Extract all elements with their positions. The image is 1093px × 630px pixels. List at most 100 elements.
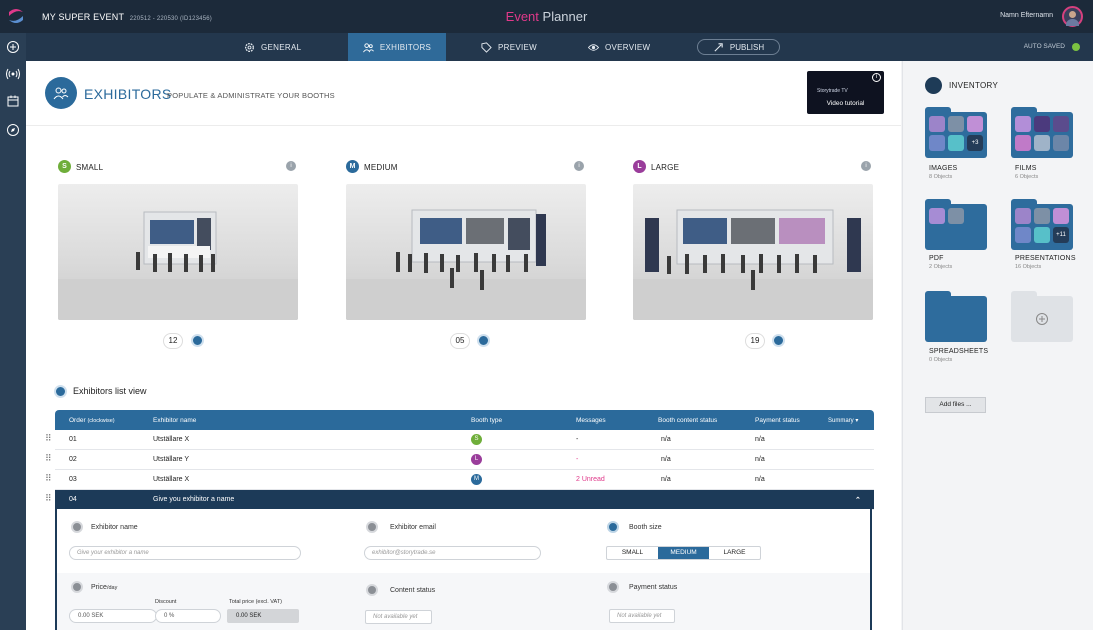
publish-button[interactable]: PUBLISH xyxy=(697,39,780,55)
broadcast-icon[interactable] xyxy=(6,67,20,81)
folder-label: FILMS xyxy=(1015,165,1037,172)
booth-name: SMALL xyxy=(76,163,104,172)
table-row-expanded[interactable]: ⠿ 04 Give you exhibitor a name ⌃ xyxy=(45,490,874,510)
price-input[interactable]: 0.00 SEK xyxy=(69,609,157,623)
booth-size-label: Booth size xyxy=(629,524,662,531)
rocket-icon xyxy=(714,42,723,52)
add-files-button[interactable]: Add files ... xyxy=(925,397,986,413)
video-tutorial[interactable]: Storytrade TV Video tutorial i xyxy=(807,71,884,114)
folder-label: PRESENTATIONS xyxy=(1015,255,1076,262)
info-icon[interactable]: i xyxy=(872,73,881,82)
drag-handle-icon[interactable]: ⠿ xyxy=(45,493,52,504)
row-messages: - xyxy=(576,436,579,443)
folder-label: IMAGES xyxy=(929,165,958,172)
event-name: MY SUPER EVENT xyxy=(42,12,124,22)
col-booth[interactable]: Booth type xyxy=(471,417,502,424)
price-radio[interactable] xyxy=(71,581,83,593)
info-icon[interactable]: i xyxy=(574,161,584,171)
tab-exhibitors-label: EXHIBITORS xyxy=(379,42,432,52)
exhibitor-email-input[interactable]: exhibitor@storytrade.se xyxy=(364,546,541,560)
list-view-title: Exhibitors list view xyxy=(73,386,147,396)
booth-size-radio[interactable] xyxy=(607,521,619,533)
payment-status-label: Payment status xyxy=(629,584,678,591)
folder-count: 16 Objects xyxy=(1015,264,1042,270)
booth-preview-image[interactable] xyxy=(633,184,873,320)
folder-spreadsheets[interactable] xyxy=(925,291,987,342)
booth-count: 05 xyxy=(450,333,470,349)
discount-label: Discount xyxy=(155,599,177,605)
content-status-radio[interactable] xyxy=(366,584,378,596)
folder-count: 6 Objects xyxy=(1015,174,1039,180)
folder-presentations[interactable]: +11 xyxy=(1011,199,1073,250)
exhibitor-email-label: Exhibitor email xyxy=(390,524,436,531)
price-unit: /day xyxy=(106,585,118,591)
booth-card-large: L LARGE i 19 xyxy=(633,159,873,349)
tag-icon xyxy=(481,41,492,53)
edit-booth-button[interactable] xyxy=(477,334,490,347)
app-logo-icon[interactable] xyxy=(6,6,26,26)
booth-type-badge: L xyxy=(471,454,482,465)
content-status-value: Not available yet xyxy=(365,610,432,624)
discount-input[interactable]: 0 % xyxy=(155,609,221,623)
payment-status-radio[interactable] xyxy=(607,581,619,593)
edit-booth-button[interactable] xyxy=(191,334,204,347)
page-header: EXHIBITORS POPULATE & ADMINISTRATE YOUR … xyxy=(26,61,901,126)
exhibitor-email-radio[interactable] xyxy=(366,521,378,533)
drag-handle-icon[interactable]: ⠿ xyxy=(45,433,52,444)
booth-size-large[interactable]: LARGE xyxy=(709,547,760,559)
info-icon[interactable]: i xyxy=(861,161,871,171)
calendar-icon[interactable] xyxy=(6,94,20,108)
drag-handle-icon[interactable]: ⠿ xyxy=(45,473,52,484)
col-messages[interactable]: Messages xyxy=(576,417,606,424)
top-bar: MY SUPER EVENT 220512 - 220530 (ID123456… xyxy=(0,0,1093,33)
booth-type-badge: M xyxy=(471,474,482,485)
table-row[interactable]: ⠿ 01 Utställare X S - n/a n/a xyxy=(45,430,874,450)
tab-overview[interactable]: OVERVIEW xyxy=(588,33,650,61)
col-content[interactable]: Booth content status xyxy=(658,417,717,424)
tab-exhibitors[interactable]: EXHIBITORS xyxy=(348,33,446,61)
booth-name: MEDIUM xyxy=(364,163,398,172)
row-order: 04 xyxy=(69,496,77,503)
row-messages[interactable]: 2 Unread xyxy=(576,476,605,483)
more-count: +11 xyxy=(1053,227,1069,243)
exhibitor-detail-form: Exhibitor name Give your exhibitor a nam… xyxy=(55,509,872,630)
col-payment[interactable]: Payment status xyxy=(755,417,800,424)
exhibitor-name-radio[interactable] xyxy=(71,521,83,533)
collapse-icon[interactable]: ⌃ xyxy=(855,496,861,504)
row-content: n/a xyxy=(661,436,671,443)
avatar[interactable] xyxy=(1062,6,1083,27)
row-payment: n/a xyxy=(755,456,765,463)
tab-general[interactable]: GENERAL xyxy=(244,33,301,61)
table-row[interactable]: ⠿ 03 Utställare X M 2 Unread n/a n/a xyxy=(45,470,874,490)
booth-preview-image[interactable] xyxy=(346,184,586,320)
tab-preview[interactable]: PREVIEW xyxy=(481,33,537,61)
folder-images[interactable]: +3 xyxy=(925,107,987,158)
booth-badge: L xyxy=(633,160,646,173)
booth-card-medium: M MEDIUM i 05 xyxy=(346,159,586,349)
info-icon[interactable]: i xyxy=(286,161,296,171)
new-folder-button[interactable] xyxy=(1011,291,1073,342)
exhibitor-name-input[interactable]: Give your exhibitor a name xyxy=(69,546,301,560)
list-view-toggle[interactable] xyxy=(54,385,67,398)
booth-type-badge: S xyxy=(471,434,482,445)
folder-label: SPREADSHEETS xyxy=(929,348,989,355)
table-row[interactable]: ⠿ 02 Utställare Y L - n/a n/a xyxy=(45,450,874,470)
row-name: Give you exhibitor a name xyxy=(153,496,235,503)
inventory-icon xyxy=(925,77,942,94)
summary-dropdown[interactable]: Summary ▾ xyxy=(828,417,858,424)
plus-icon[interactable] xyxy=(6,40,20,54)
col-name[interactable]: Exhibitor name xyxy=(153,417,196,424)
row-payment: n/a xyxy=(755,476,765,483)
user-name[interactable]: Namn Efternamn xyxy=(1000,12,1053,19)
plus-icon xyxy=(1036,313,1048,325)
edit-booth-button[interactable] xyxy=(772,334,785,347)
col-order[interactable]: Order (clockwise) xyxy=(69,417,115,424)
booth-size-small[interactable]: SMALL xyxy=(607,547,658,559)
booth-preview-image[interactable] xyxy=(58,184,298,320)
booth-size-medium[interactable]: MEDIUM xyxy=(658,547,709,559)
folder-films[interactable] xyxy=(1011,107,1073,158)
compass-icon[interactable] xyxy=(6,123,20,137)
tab-preview-label: PREVIEW xyxy=(498,42,537,52)
folder-pdf[interactable] xyxy=(925,199,987,250)
drag-handle-icon[interactable]: ⠿ xyxy=(45,453,52,464)
